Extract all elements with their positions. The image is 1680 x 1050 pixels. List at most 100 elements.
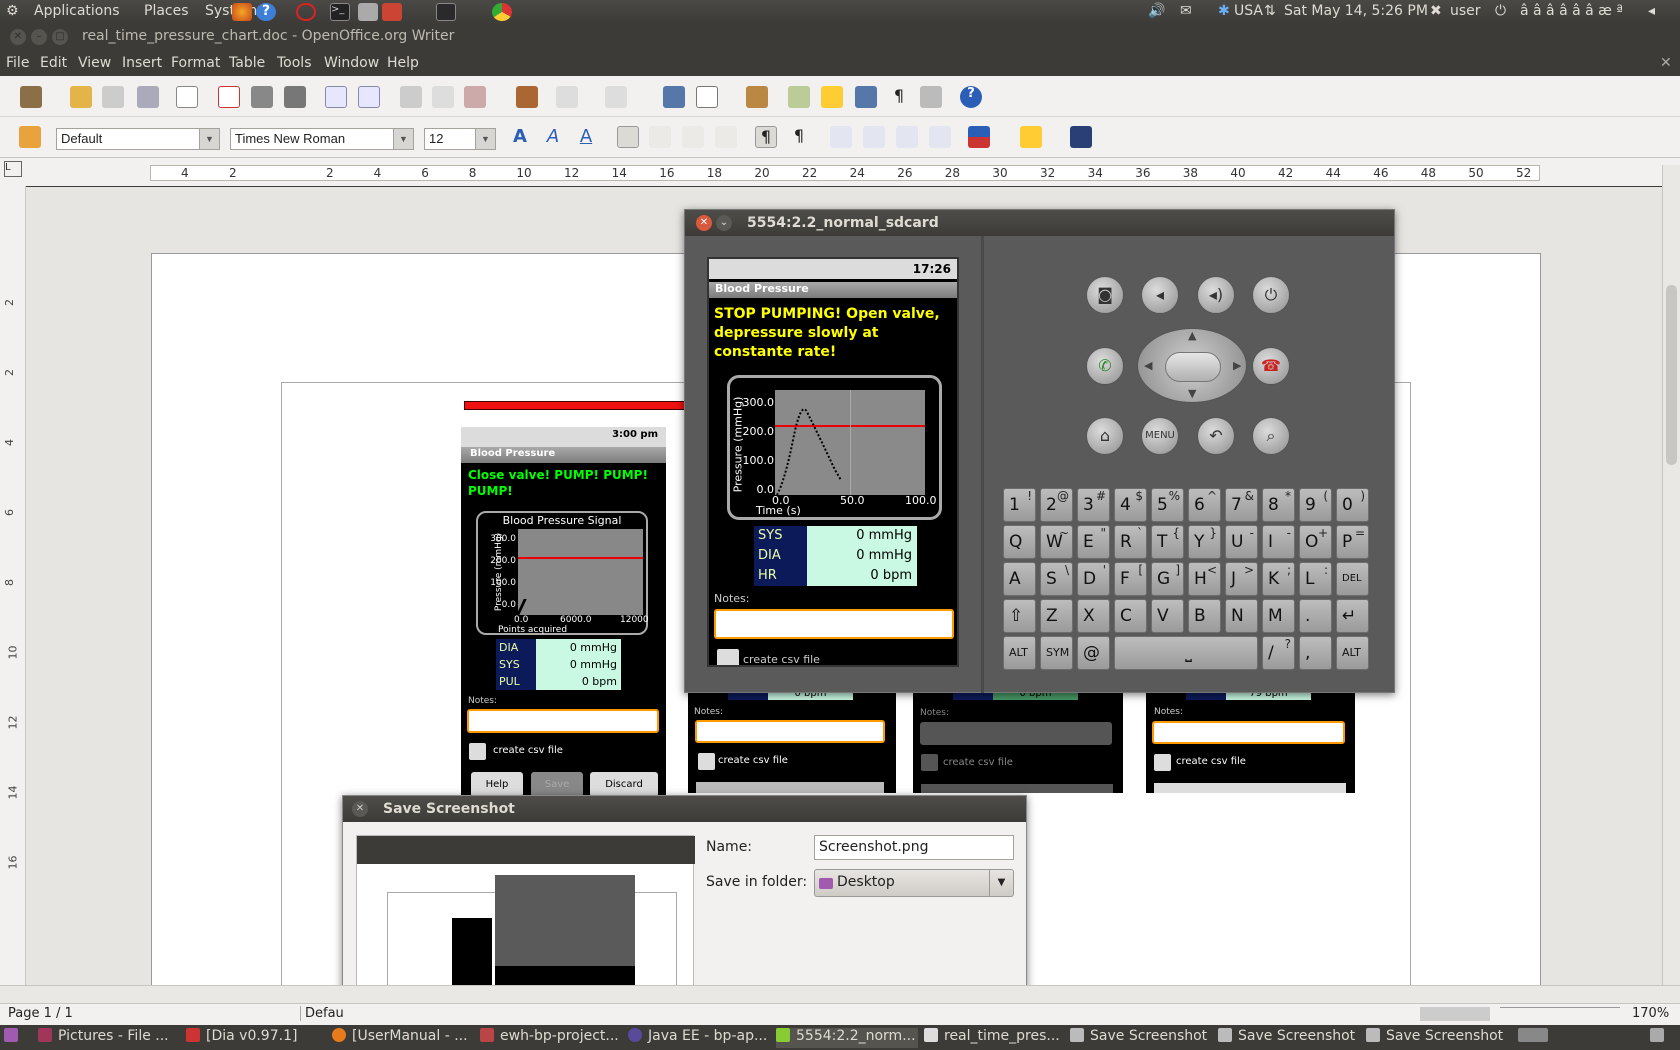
task-pictures[interactable]: Pictures - File ... <box>38 1028 180 1048</box>
font-name-select[interactable]: Times New Roman ▼ <box>230 128 414 150</box>
italic-icon[interactable]: A <box>542 126 564 148</box>
tab-stop-icon[interactable]: L <box>4 161 22 177</box>
chevron-down-icon[interactable]: ▼ <box>475 129 495 149</box>
key-period[interactable]: . <box>1299 599 1332 633</box>
user-menu[interactable]: user <box>1450 3 1481 19</box>
key-enter[interactable]: ↵ <box>1336 599 1369 633</box>
volume-up-icon[interactable]: ◂) <box>1197 276 1235 314</box>
notes-input[interactable] <box>714 609 954 639</box>
decrease-indent-icon[interactable] <box>896 126 918 148</box>
key-a[interactable]: A <box>1003 562 1036 596</box>
font-color-icon[interactable] <box>968 126 990 148</box>
task-usermanual[interactable]: [UserManual - ... <box>332 1028 472 1048</box>
copy-icon[interactable] <box>432 86 454 108</box>
open-icon[interactable] <box>70 86 92 108</box>
save-button[interactable]: Save <box>531 772 583 797</box>
increase-indent-icon[interactable] <box>929 126 951 148</box>
places-menu[interactable]: Places <box>144 3 189 19</box>
end-call-icon[interactable]: ☎ <box>1252 347 1290 385</box>
bold-icon[interactable]: A <box>509 126 531 148</box>
dpad[interactable]: ▲ ▼ ◀ ▶ <box>1137 328 1247 403</box>
find-replace-icon[interactable] <box>788 86 810 108</box>
gallery-icon[interactable] <box>855 86 877 108</box>
task-java-ee[interactable]: Java EE - bp-ap... <box>628 1028 770 1048</box>
phone-screenshot-right[interactable]: 79 bpm Notes: create csv file <box>1146 690 1355 793</box>
clock[interactable]: Sat May 14, 5:26 PM <box>1284 3 1428 19</box>
key-q[interactable]: Q <box>1003 525 1036 559</box>
undo-icon[interactable] <box>556 86 578 108</box>
menu-tools[interactable]: Tools <box>277 55 312 71</box>
redo-icon[interactable] <box>605 86 627 108</box>
key-shift[interactable]: ⇧ <box>1003 599 1036 633</box>
scrollbar-thumb[interactable] <box>1666 285 1677 465</box>
dpad-center-button[interactable] <box>1165 352 1221 382</box>
csv-checkbox[interactable] <box>1154 754 1171 771</box>
key-sym[interactable]: SYM <box>1040 636 1073 670</box>
paste-icon[interactable] <box>464 86 486 108</box>
key-n[interactable]: N <box>1225 599 1258 633</box>
window-titlebar[interactable]: ✕ – □ real_time_pressure_chart.doc - Ope… <box>0 24 1680 51</box>
key-slash[interactable]: /? <box>1262 636 1295 670</box>
key-d[interactable]: D ' <box>1077 562 1110 596</box>
draw-functions-icon[interactable] <box>746 86 768 108</box>
menu-file[interactable]: File <box>6 55 29 71</box>
menu-table[interactable]: Table <box>229 55 265 71</box>
key-del[interactable]: DEL <box>1336 562 1369 596</box>
menu-window[interactable]: Window <box>324 55 379 71</box>
emulator-titlebar[interactable]: ✕ ⌄ 5554:2.2_normal_sdcard <box>685 210 1394 236</box>
key-p[interactable]: P = <box>1336 525 1369 559</box>
close-window-icon[interactable]: ✕ <box>352 801 368 817</box>
notes-input[interactable] <box>467 709 659 733</box>
spellcheck-icon[interactable] <box>325 86 347 108</box>
terminal-launcher-icon[interactable]: >_ <box>330 3 350 21</box>
menu-button[interactable]: MENU <box>1141 417 1179 455</box>
filename-input[interactable]: Screenshot.png <box>814 835 1014 860</box>
key-h[interactable]: H < <box>1188 562 1221 596</box>
close-document-icon[interactable]: ✕ <box>1660 55 1672 71</box>
folder-select[interactable]: Desktop ▼ <box>814 869 1014 897</box>
underline-icon[interactable]: A <box>575 126 597 148</box>
align-right-icon[interactable] <box>682 126 704 148</box>
mail-icon[interactable]: ✉ <box>1180 3 1192 19</box>
task-save-screenshot-2[interactable]: Save Screenshot <box>1218 1028 1358 1048</box>
view-layout-icons[interactable] <box>1420 1007 1490 1021</box>
notes-input[interactable] <box>695 720 885 743</box>
print-icon[interactable] <box>251 86 273 108</box>
zoom-slider[interactable] <box>1500 1007 1620 1021</box>
background-color-icon[interactable] <box>1070 126 1092 148</box>
styles-formatting-icon[interactable] <box>19 126 41 148</box>
emulator-window[interactable]: ✕ ⌄ 5554:2.2_normal_sdcard 17:26 Blood P… <box>684 209 1395 693</box>
edit-file-icon[interactable] <box>176 86 198 108</box>
dialog-titlebar[interactable]: ✕ Save Screenshot <box>343 796 1026 822</box>
firefox-launcher-icon[interactable] <box>232 3 252 21</box>
power-icon[interactable]: ⏻ <box>1495 3 1506 19</box>
dpad-left-icon[interactable]: ◀ <box>1144 359 1152 372</box>
bluetooth-icon[interactable]: ✱ <box>1218 3 1230 19</box>
key-x[interactable]: X <box>1077 599 1110 633</box>
zoom-level[interactable]: 170% <box>1632 1006 1669 1021</box>
key-k[interactable]: K; <box>1262 562 1295 596</box>
key-c[interactable]: C <box>1114 599 1147 633</box>
key-l[interactable]: L: <box>1299 562 1332 596</box>
justify-icon[interactable] <box>715 126 737 148</box>
key-alt-right[interactable]: ALT <box>1336 636 1369 670</box>
menu-insert[interactable]: Insert <box>122 55 162 71</box>
key-j[interactable]: J > <box>1225 562 1258 596</box>
user-status-icon[interactable]: ✖ <box>1430 3 1442 19</box>
numbering-icon[interactable] <box>830 126 852 148</box>
help-icon[interactable]: ? <box>960 86 982 108</box>
csv-checkbox[interactable] <box>717 649 739 665</box>
keyboard-indicator[interactable]: â â â â â â æ ª <box>1520 3 1623 19</box>
trash-icon[interactable] <box>1650 1028 1674 1048</box>
keyboard-layout[interactable]: USA <box>1234 3 1263 19</box>
ubuntu-logo-icon[interactable]: ⚙ <box>6 3 19 19</box>
calculator-launcher-icon[interactable] <box>358 3 378 21</box>
menu-format[interactable]: Format <box>171 55 220 71</box>
key-g[interactable]: G] <box>1151 562 1184 596</box>
key-b[interactable]: B <box>1188 599 1221 633</box>
save-icon[interactable] <box>102 86 124 108</box>
export-pdf-icon[interactable] <box>218 86 240 108</box>
home-icon[interactable]: ⌂ <box>1086 417 1124 455</box>
phone-screenshot-middle2[interactable]: 0 bpm Notes: create csv file <box>913 690 1123 793</box>
key-1[interactable]: 1! <box>1003 488 1036 522</box>
